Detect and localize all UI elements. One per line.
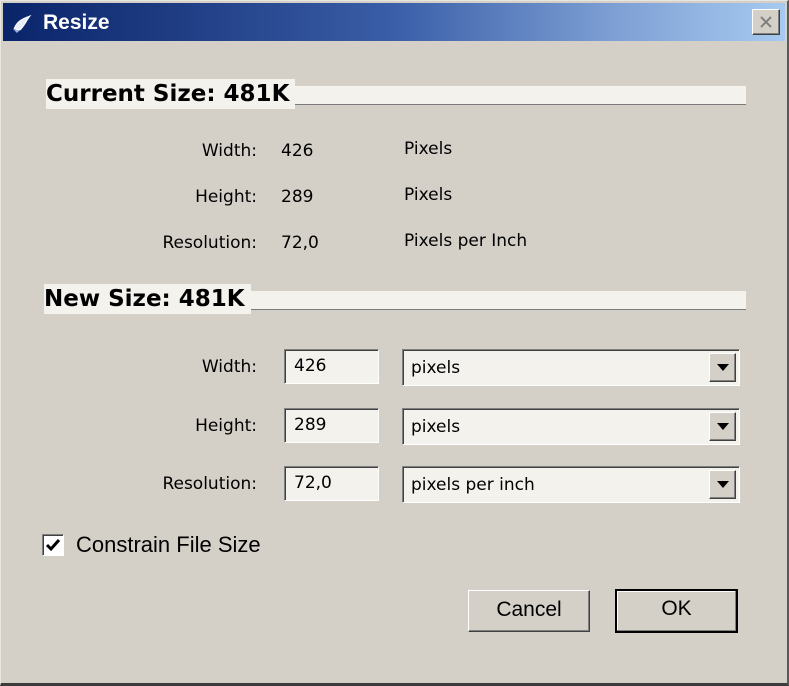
height-input[interactable]: 289 [284, 408, 379, 443]
current-width-unit: Pixels [404, 139, 453, 159]
height-unit-dropdown-button[interactable] [709, 412, 736, 441]
resize-dialog: Resize Current Size: 481K Width: 426 Pix… [0, 0, 789, 686]
new-resolution-label: Resolution: [162, 474, 257, 494]
current-height-value: 289 [281, 187, 314, 207]
current-size-header: Current Size: 481K [46, 79, 746, 111]
app-icon [13, 14, 32, 33]
new-width-label: Width: [201, 357, 257, 377]
height-unit-value: pixels [411, 417, 461, 437]
cancel-button[interactable]: Cancel [468, 590, 590, 632]
resolution-unit-dropdown-button[interactable] [709, 470, 736, 499]
resolution-input[interactable]: 72,0 [284, 466, 379, 501]
current-width-label: Width: [201, 141, 257, 161]
current-resolution-value: 72,0 [281, 233, 319, 253]
resolution-unit-value: pixels per inch [411, 475, 535, 495]
chevron-down-icon [717, 364, 729, 371]
width-unit-select[interactable]: pixels [402, 349, 740, 386]
resolution-unit-select[interactable]: pixels per inch [402, 466, 740, 503]
width-input[interactable]: 426 [284, 349, 379, 384]
constrain-file-size-label[interactable]: Constrain File Size [76, 532, 261, 558]
constrain-file-size-checkbox[interactable] [42, 534, 64, 556]
chevron-down-icon [717, 481, 729, 488]
current-width-value: 426 [281, 141, 314, 161]
height-unit-select[interactable]: pixels [402, 408, 740, 445]
current-height-label: Height: [195, 187, 257, 207]
new-size-header: New Size: 481K [44, 284, 746, 316]
close-button[interactable] [752, 9, 780, 35]
current-size-heading: Current Size: 481K [46, 79, 296, 109]
checkmark-icon [45, 539, 61, 552]
current-resolution-label: Resolution: [162, 233, 257, 253]
new-height-label: Height: [195, 416, 257, 436]
width-unit-value: pixels [411, 358, 461, 378]
new-size-heading: New Size: 481K [44, 284, 251, 314]
close-icon [760, 16, 772, 28]
current-resolution-unit: Pixels per Inch [404, 231, 528, 251]
ok-button[interactable]: OK [615, 589, 738, 633]
window-title: Resize [43, 11, 110, 34]
chevron-down-icon [717, 423, 729, 430]
width-unit-dropdown-button[interactable] [709, 353, 736, 382]
current-height-unit: Pixels [404, 185, 453, 205]
title-bar[interactable]: Resize [3, 3, 785, 41]
